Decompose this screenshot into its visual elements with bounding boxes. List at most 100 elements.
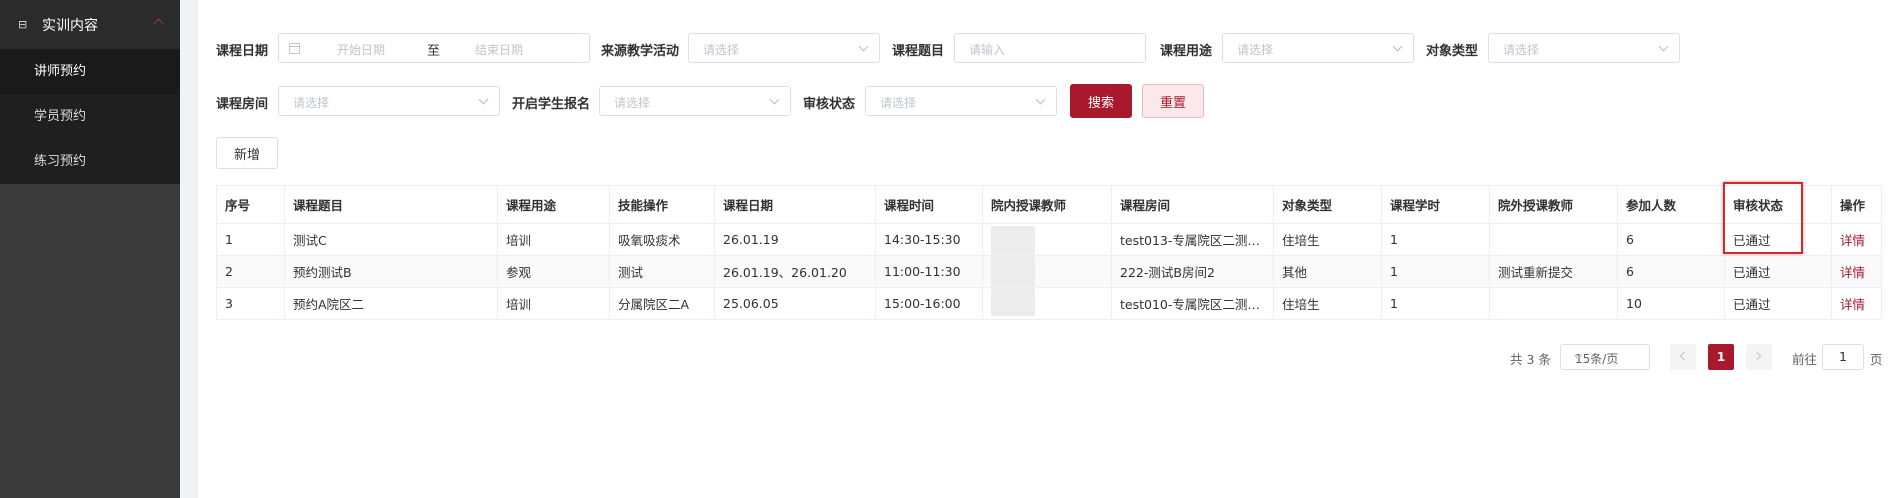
header-course-time: 课程时间	[875, 185, 983, 224]
sidebar-item-practice-booking[interactable]: 练习预约	[0, 139, 180, 184]
pagination-total: 共 3 条	[1510, 352, 1551, 367]
course-usage-select[interactable]: 请选择	[1222, 33, 1414, 63]
cell-actions: 详情	[1831, 223, 1882, 256]
header-target-type: 对象类型	[1273, 185, 1382, 224]
cell-course-hours: 1	[1381, 255, 1490, 288]
cell-index: 3	[216, 287, 285, 320]
cell-external-teacher	[1489, 223, 1618, 256]
redacted-block	[991, 256, 1035, 287]
header-course-date: 课程日期	[714, 185, 876, 224]
table-row: 3 预约A院区二 培训 分属院区二A 25.06.05 15:00-16:00 …	[216, 287, 1882, 320]
course-topic-input[interactable]: 请输入	[954, 33, 1146, 63]
course-date-range-picker[interactable]: 开始日期 至 结束日期	[278, 33, 590, 63]
cell-skill-operation: 测试	[609, 255, 715, 288]
sidebar-item-instructor-booking[interactable]: 讲师预约	[0, 49, 180, 94]
target-type-label: 对象类型	[1426, 44, 1479, 59]
audit-status-label: 审核状态	[803, 97, 856, 112]
cell-actions: 详情	[1831, 287, 1882, 320]
cell-course-topic: 预约测试B	[284, 255, 498, 288]
chevron-down-icon	[1392, 41, 1403, 52]
cell-course-topic: 测试C	[284, 223, 498, 256]
source-activity-select[interactable]: 请选择	[688, 33, 880, 63]
header-course-topic: 课程题目	[284, 185, 498, 224]
search-button[interactable]: 搜索	[1070, 84, 1132, 118]
target-type-select[interactable]: 请选择	[1488, 33, 1680, 63]
detail-link[interactable]: 详情	[1840, 233, 1865, 248]
redacted-block	[991, 226, 1035, 255]
page-size-value: 15条/页	[1575, 352, 1619, 366]
chevron-up-icon	[153, 18, 164, 29]
cell-index: 1	[216, 223, 285, 256]
page-size-select[interactable]: 15条/页	[1560, 344, 1650, 370]
course-usage-label: 课程用途	[1160, 44, 1213, 59]
chevron-down-icon	[858, 41, 869, 52]
course-room-placeholder: 请选择	[293, 96, 330, 110]
cell-course-time: 15:00-16:00	[875, 287, 983, 320]
chevron-right-icon	[1752, 351, 1762, 361]
menu-icon: ⊟	[18, 17, 28, 31]
course-topic-placeholder: 请输入	[969, 43, 1006, 57]
next-page-button[interactable]	[1746, 344, 1772, 370]
booking-table: 序号 课程题目 课程用途 技能操作 课程日期 课程时间 院内授课教师 课程房间 …	[216, 185, 1882, 320]
course-room-label: 课程房间	[216, 97, 269, 112]
start-date-placeholder: 开始日期	[337, 43, 386, 57]
add-button[interactable]: 新增	[216, 137, 278, 169]
cell-course-date: 26.01.19、26.01.20	[714, 255, 876, 288]
sidebar-menu-title: 实训内容	[42, 17, 98, 34]
end-date-placeholder: 结束日期	[475, 43, 524, 57]
chevron-down-icon	[478, 94, 489, 105]
source-activity-label: 来源教学活动	[601, 44, 680, 59]
redacted-block	[991, 288, 1035, 316]
cell-course-usage: 培训	[497, 223, 610, 256]
goto-label: 前往	[1792, 352, 1818, 367]
audit-status-select[interactable]: 请选择	[865, 86, 1057, 116]
cell-course-room: 222-测试B房间2	[1111, 255, 1274, 288]
chevron-down-icon	[769, 94, 780, 105]
cell-course-usage: 培训	[497, 287, 610, 320]
cell-index: 2	[216, 255, 285, 288]
detail-link[interactable]: 详情	[1840, 297, 1865, 312]
course-topic-label: 课程题目	[892, 44, 945, 59]
detail-link[interactable]: 详情	[1840, 265, 1865, 280]
goto-page-input[interactable]: 1	[1822, 344, 1864, 370]
header-actions: 操作	[1831, 185, 1882, 224]
header-course-usage: 课程用途	[497, 185, 610, 224]
cell-course-date: 25.06.05	[714, 287, 876, 320]
sidebar-submenu: 讲师预约 学员预约 练习预约	[0, 49, 180, 184]
cell-course-date: 26.01.19	[714, 223, 876, 256]
calendar-icon	[289, 43, 300, 54]
source-activity-placeholder: 请选择	[703, 43, 740, 57]
sidebar: ⊟ 实训内容 讲师预约 学员预约 练习预约	[0, 0, 180, 498]
cell-external-teacher: 测试重新提交	[1489, 255, 1618, 288]
cell-actions: 详情	[1831, 255, 1882, 288]
cell-skill-operation: 分属院区二A	[609, 287, 715, 320]
header-audit-status: 审核状态	[1724, 185, 1832, 224]
student-enroll-select[interactable]: 请选择	[599, 86, 791, 116]
header-course-room: 课程房间	[1111, 185, 1274, 224]
cell-course-hours: 1	[1381, 223, 1490, 256]
student-enroll-label: 开启学生报名	[512, 97, 591, 112]
cell-external-teacher	[1489, 287, 1618, 320]
cell-internal-teacher-redacted	[982, 255, 1112, 288]
sidebar-item-student-booking[interactable]: 学员预约	[0, 94, 180, 139]
audit-status-placeholder: 请选择	[880, 96, 917, 110]
table-row: 1 测试C 培训 吸氧吸痰术 26.01.19 14:30-15:30 test…	[216, 223, 1882, 256]
cell-course-time: 11:00-11:30	[875, 255, 983, 288]
header-external-teacher: 院外授课教师	[1489, 185, 1618, 224]
page-number-current[interactable]: 1	[1708, 344, 1734, 370]
header-participants: 参加人数	[1617, 185, 1725, 224]
chevron-down-icon	[1658, 41, 1669, 52]
main-content: 课程日期 开始日期 至 结束日期 来源教学活动 请选择 课程题目 请输入 课程用…	[198, 0, 1898, 498]
cell-target-type: 其他	[1273, 255, 1382, 288]
page-unit-label: 页	[1870, 352, 1883, 367]
cell-course-usage: 参观	[497, 255, 610, 288]
target-type-placeholder: 请选择	[1503, 43, 1540, 57]
prev-page-button[interactable]	[1670, 344, 1696, 370]
course-room-select[interactable]: 请选择	[278, 86, 500, 116]
cell-internal-teacher-redacted	[982, 287, 1112, 320]
reset-button[interactable]: 重置	[1142, 84, 1204, 118]
sidebar-menu-training-content[interactable]: ⊟ 实训内容	[0, 0, 180, 49]
cell-skill-operation: 吸氧吸痰术	[609, 223, 715, 256]
cell-course-room: test013-专属院区二测试房间	[1111, 223, 1274, 256]
header-skill-operation: 技能操作	[609, 185, 715, 224]
